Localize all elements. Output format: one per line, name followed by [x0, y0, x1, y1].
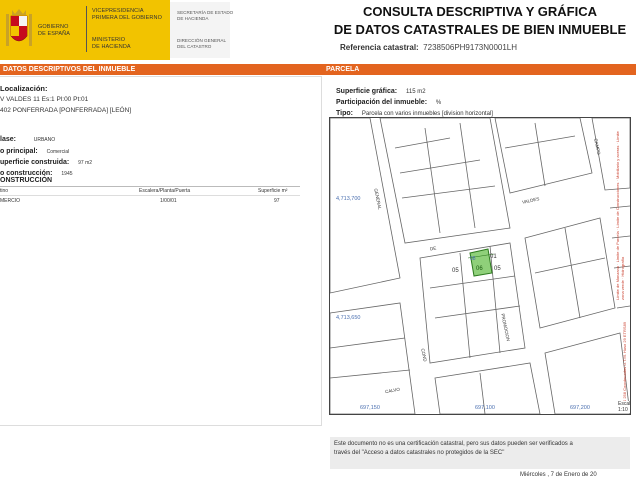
cell-destino: MERCIO: [0, 198, 20, 204]
coat-of-arms-icon: [6, 9, 32, 46]
coord-label-x3: 697,200: [570, 405, 590, 411]
coord-label-y1: 4,713,700: [336, 196, 361, 202]
section-datos-descriptivos: DATOS DESCRIPTIVOS DEL INMUEBLE: [0, 64, 325, 75]
cell-escalera: 1/00/01: [160, 198, 177, 204]
disclaimer-note: Este documento no es una certificación c…: [330, 437, 630, 469]
referencia-catastral: Referencia catastral: 7238506PH9173N0001…: [340, 43, 518, 52]
table-header-escalera: Escalera/Planta/Puerta: [139, 188, 191, 194]
parcel-number-06: 06: [476, 266, 483, 272]
table-header-superficie: Superficie m²: [258, 188, 288, 194]
construccion-title: ONSTRUCCIÓN: [0, 177, 53, 184]
note-line2: través del "Acceso a datos catastrales n…: [334, 450, 505, 456]
note-line1: Este documento no es una certificación c…: [334, 441, 573, 447]
page-title-line1: CONSULTA DESCRIPTIVA Y GRÁFICA: [362, 4, 597, 19]
cadastral-map[interactable]: 4,713,700 4,713,650 697,150 697,100 697,…: [329, 117, 631, 415]
parcel-number-05: 05: [452, 268, 459, 274]
secretaria-label: SECRETARÍA DE ESTADO DE HACIENDA: [177, 10, 234, 21]
page-title-line2: DE DATOS CATASTRALES DE BIEN INMUEBLE: [333, 22, 627, 37]
direccion-label: DIRECCIÓN GENERAL DEL CATASTRO: [177, 38, 227, 49]
header-divider: [86, 6, 87, 52]
map-legend: Límite de Manzana · Límite de Parcela · …: [615, 131, 625, 300]
ministerio-label: MINISTERIO DE HACIENDA: [92, 37, 131, 50]
referencia-value: 7238506PH9173N0001LH: [423, 43, 518, 52]
address-line2: 402 PONFERRADA [PONFERRADA] [LEÓN]: [0, 107, 132, 114]
vicepresidencia-label: VICEPRESIDENCIA PRIMERA DEL GOBIERNO: [92, 8, 162, 21]
table-header-destino: tino: [0, 188, 9, 194]
parcel-number-08: 08: [470, 256, 476, 262]
table-divider: [0, 186, 300, 187]
localizacion-label: Localización:: [0, 84, 48, 93]
parcel-number-05b: 05: [494, 266, 501, 272]
map-crs-text: SRS 258 Coordenadas U.T.M. Huso 29 ETRS8…: [622, 321, 627, 408]
footer-date: Miércoles , 7 de Enero de 20: [520, 472, 597, 478]
coord-label-y2: 4,713,650: [336, 315, 361, 321]
street-label-de: DE: [429, 245, 437, 252]
gov-label: GOBIERNO DE ESPAÑA: [38, 24, 70, 37]
parcel-number-01: 01: [490, 254, 497, 260]
map-scale: Escal 1:10: [618, 401, 631, 413]
coord-label-x2: 697,100: [475, 405, 495, 411]
address-line1: V VALDES 11 Es:1 Pl:00 Pt:01: [0, 96, 89, 103]
cell-superficie: 97: [274, 198, 280, 204]
section-parcela: PARCELA: [323, 64, 636, 75]
table-header-line: [0, 195, 300, 196]
coord-label-x1: 697,150: [360, 405, 380, 411]
